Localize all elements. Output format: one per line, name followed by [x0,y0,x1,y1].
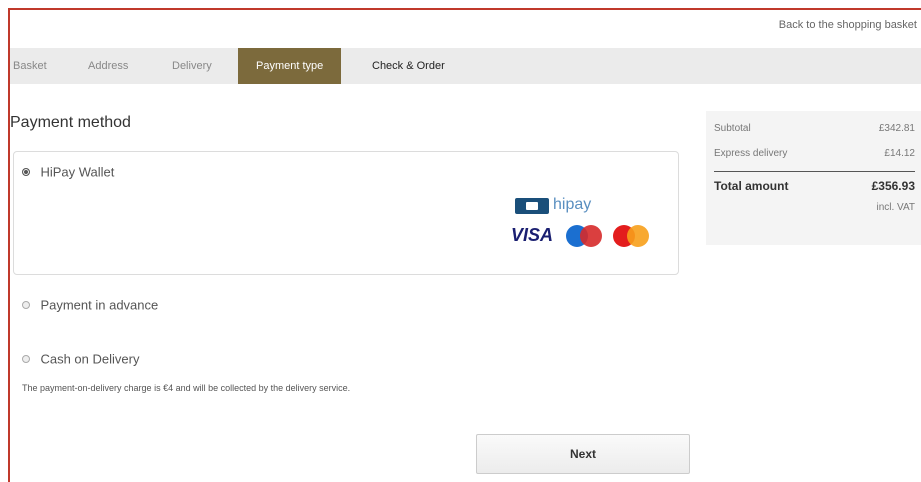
summary-divider [714,171,915,172]
option-label: Payment in advance [40,297,159,313]
visa-logo: VISA [511,225,554,245]
order-summary: Subtotal £342.81 Express delivery £14.12… [706,111,921,245]
total-value: £356.93 [871,179,915,193]
payment-method-title: Payment method [10,114,131,131]
summary-total-row: Total amount £356.93 [714,179,915,193]
hipay-logo-icon [515,198,549,214]
radio-cash-on-delivery[interactable] [22,354,30,363]
summary-subtotal-row: Subtotal £342.81 [714,123,915,134]
subtotal-value: £342.81 [878,123,915,134]
mastercard-logo-icon [613,225,651,247]
summary-delivery-row: Express delivery £14.12 [714,148,915,159]
hipay-logo-text: hipay [553,196,592,213]
step-payment-type[interactable]: Payment type [238,48,342,84]
subtotal-label: Subtotal [714,123,751,134]
next-button[interactable]: Next [476,434,690,474]
back-to-basket-link[interactable]: Back to the shopping basket [779,19,917,31]
step-basket[interactable]: Basket [13,48,47,84]
option-label: HiPay Wallet [40,164,115,180]
option-cash-on-delivery[interactable]: Cash on Delivery [22,350,139,368]
cod-charge-note: The payment-on-delivery charge is €4 and… [22,383,351,393]
step-check-order: Check & Order [372,60,445,72]
maestro-logo-icon [566,225,604,247]
radio-hipay-wallet[interactable] [22,167,30,176]
step-delivery[interactable]: Delivery [172,48,212,84]
vat-note: incl. VAT [876,202,915,213]
radio-payment-in-advance[interactable] [22,300,30,309]
total-label: Total amount [714,179,789,193]
option-payment-in-advance[interactable]: Payment in advance [22,296,158,314]
delivery-value: £14.12 [884,148,915,159]
step-address[interactable]: Address [88,48,128,84]
payment-logos: hipay VISA [507,196,667,254]
checkout-steps: Basket Address Delivery Payment type Che… [10,48,921,84]
delivery-label: Express delivery [714,148,788,159]
option-hipay-wallet[interactable]: HiPay Wallet [22,163,114,181]
option-label: Cash on Delivery [40,351,140,367]
